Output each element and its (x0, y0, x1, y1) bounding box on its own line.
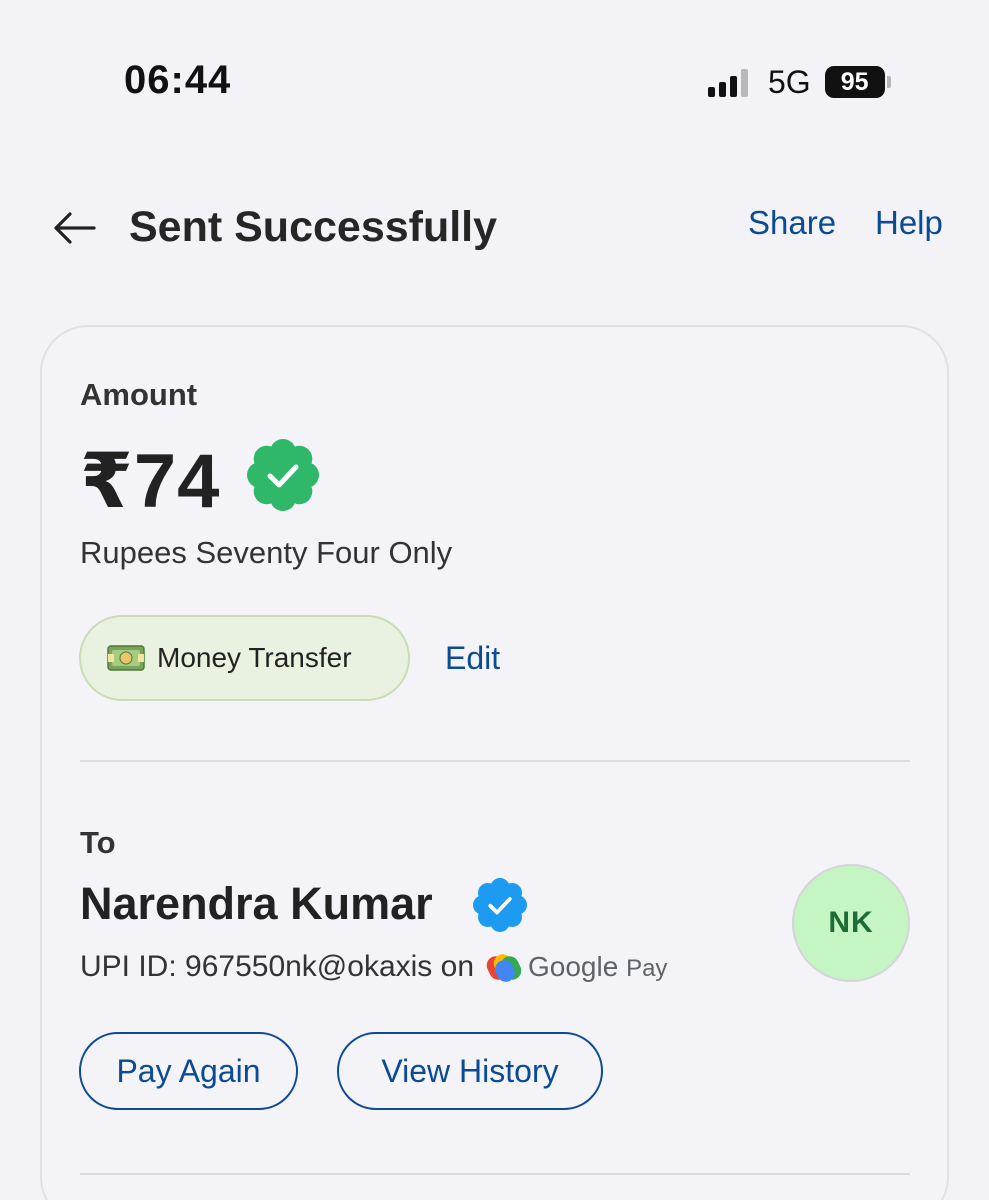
divider (80, 760, 910, 762)
category-chip[interactable]: Money Transfer (79, 615, 410, 701)
network-type: 5G (768, 63, 811, 100)
upi-id-text: UPI ID: 967550nk@okaxis on (80, 950, 474, 983)
recipient-avatar: NK (792, 864, 910, 982)
amount-in-words: Rupees Seventy Four Only (80, 535, 453, 570)
category-label: Money Transfer (157, 642, 352, 673)
amount-label: Amount (80, 377, 198, 412)
signal-icon (708, 67, 748, 97)
back-arrow-icon[interactable] (52, 208, 96, 248)
edit-category-link[interactable]: Edit (445, 640, 500, 677)
divider (80, 1173, 910, 1175)
upi-id-line: UPI ID: 967550nk@okaxis on Google Pay (80, 950, 667, 984)
google-pay-icon (486, 954, 522, 982)
status-time: 06:44 (124, 58, 232, 102)
help-link[interactable]: Help (875, 204, 943, 242)
pay-again-button[interactable]: Pay Again (79, 1032, 298, 1110)
pay-word: Pay (626, 955, 668, 982)
page-title: Sent Successfully (129, 203, 498, 251)
to-label: To (80, 825, 116, 860)
status-indicators: 5G 95 (708, 62, 891, 102)
view-history-button[interactable]: View History (337, 1032, 603, 1110)
amount-value: ₹74 (80, 439, 221, 524)
verified-badge-icon (247, 439, 319, 511)
money-icon (107, 645, 145, 671)
recipient-name: Narendra Kumar (80, 878, 433, 929)
battery-level: 95 (824, 66, 885, 98)
google-pay-label: Google Pay (528, 951, 667, 983)
verified-badge-icon (473, 878, 527, 932)
share-link[interactable]: Share (748, 204, 836, 242)
google-pay-word: Google (528, 951, 619, 982)
battery-icon: 95 (824, 66, 891, 98)
transaction-success-screen: 06:44 5G 95 Sent Successfully Share Help… (0, 0, 989, 1200)
